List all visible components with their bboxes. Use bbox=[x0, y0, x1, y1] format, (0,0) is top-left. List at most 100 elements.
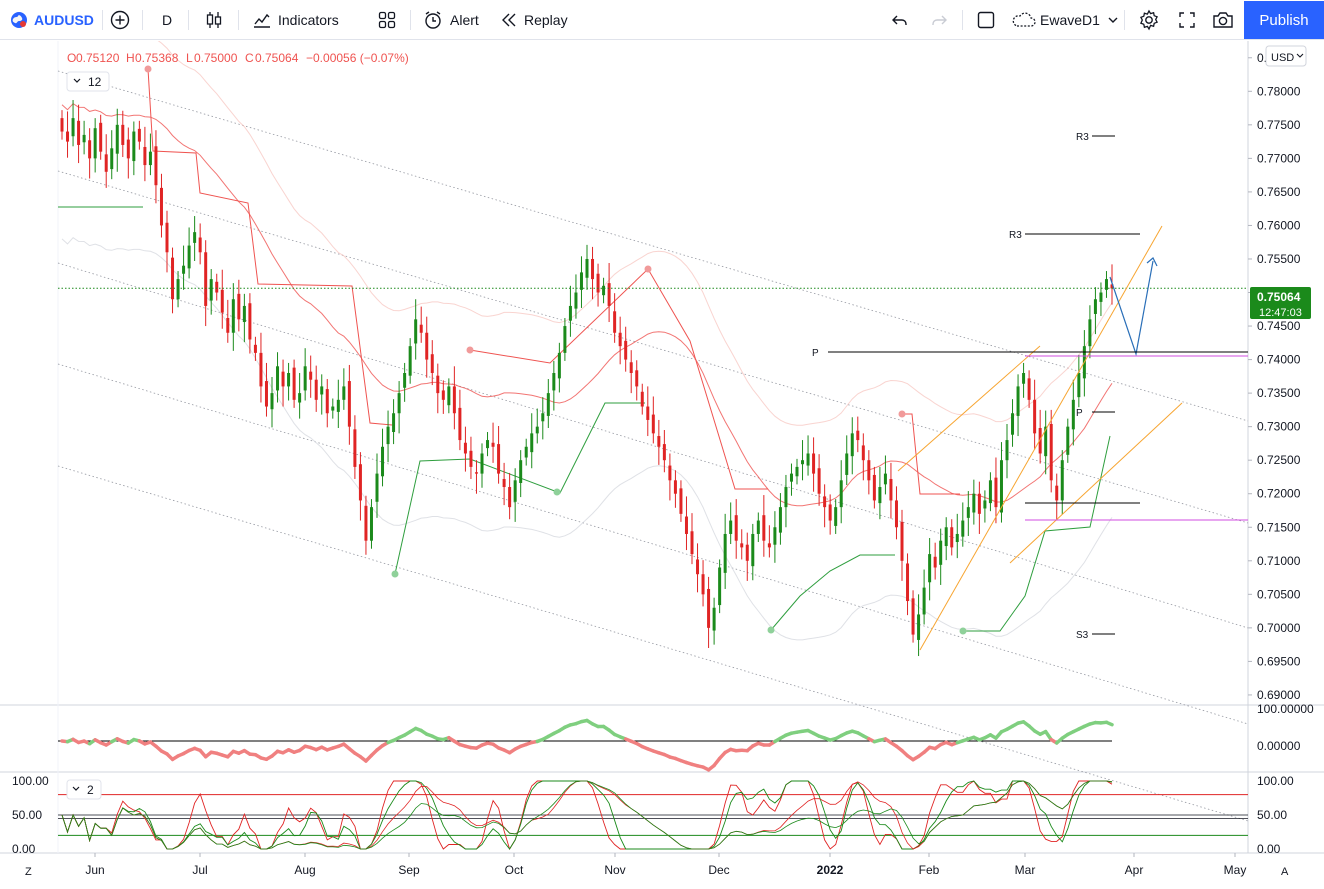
templates-button[interactable] bbox=[377, 0, 397, 40]
candle-body bbox=[591, 258, 595, 280]
toolbar-divider bbox=[1124, 10, 1125, 30]
interval-button[interactable]: D bbox=[162, 0, 172, 40]
candle-body bbox=[519, 460, 523, 483]
legend-open-label: O bbox=[67, 51, 76, 65]
candle-body bbox=[447, 386, 451, 406]
toolbar-divider bbox=[962, 10, 963, 30]
time-tick-label: Mar bbox=[1015, 863, 1036, 877]
candle-body bbox=[850, 433, 854, 457]
candle-body bbox=[867, 460, 871, 481]
chart-area[interactable]: R3 R3 P P S3 O 0.75120 H 0.75368 L 0.75000 C… bbox=[0, 41, 1324, 889]
candlestick-icon bbox=[206, 12, 222, 28]
legend-low-label: L bbox=[186, 51, 193, 65]
candle-body bbox=[944, 527, 948, 547]
compare-symbol-button[interactable] bbox=[110, 0, 130, 40]
candle-body bbox=[264, 381, 268, 407]
candle-body bbox=[397, 393, 401, 414]
candle-body bbox=[193, 232, 197, 243]
candle-body bbox=[93, 128, 97, 159]
auto-scale-button[interactable]: A bbox=[1281, 866, 1289, 878]
pivot-label: P bbox=[1076, 408, 1083, 419]
pane3-tick-label: 50.00 bbox=[1257, 808, 1287, 822]
supertrend-flip-marker bbox=[144, 65, 152, 73]
candle-body bbox=[662, 444, 666, 461]
candle-body bbox=[1088, 319, 1092, 347]
indicators-button[interactable]: Indicators bbox=[252, 0, 339, 40]
symbol-button[interactable]: AUDUSD bbox=[10, 0, 94, 40]
indicators-toggle[interactable]: 12 bbox=[66, 71, 110, 92]
candle-body bbox=[762, 515, 766, 541]
candle-body bbox=[568, 305, 572, 321]
candle-body bbox=[690, 531, 694, 555]
price-tick-label: 0.71500 bbox=[1257, 520, 1301, 534]
candle-body bbox=[403, 373, 407, 388]
candle-body bbox=[939, 540, 943, 565]
candle-body bbox=[353, 429, 357, 467]
fullscreen-layout-button[interactable] bbox=[976, 0, 996, 40]
pane3-left-tick-label: 0.00 bbox=[12, 842, 36, 856]
candle-body bbox=[336, 399, 340, 412]
candle-body bbox=[878, 487, 882, 504]
settings-button[interactable] bbox=[1138, 0, 1160, 40]
publish-button[interactable]: Publish bbox=[1244, 1, 1324, 39]
currency-selector[interactable]: USD bbox=[1265, 45, 1307, 67]
redo-button[interactable] bbox=[930, 0, 948, 40]
candle-body bbox=[557, 352, 561, 379]
candle-body bbox=[922, 587, 926, 615]
candle-body bbox=[1055, 485, 1059, 501]
candle-body bbox=[176, 279, 180, 300]
replay-button[interactable]: Replay bbox=[500, 0, 568, 40]
candle-body bbox=[187, 245, 191, 269]
candle-body bbox=[883, 473, 887, 485]
candle-body bbox=[204, 252, 208, 306]
candle-body bbox=[889, 478, 893, 501]
candle-body bbox=[430, 354, 434, 373]
price-tick-label: 0.77000 bbox=[1257, 151, 1301, 165]
time-tick-label: Jun bbox=[85, 863, 104, 877]
supertrend-flip-marker bbox=[767, 626, 775, 634]
legend-open: 0.75120 bbox=[76, 51, 120, 65]
candle-body bbox=[707, 588, 711, 628]
chart-type-button[interactable] bbox=[205, 0, 223, 40]
regression-channel-line bbox=[57, 170, 1249, 524]
pivot-label: R3 bbox=[1076, 132, 1089, 143]
undo-button[interactable] bbox=[891, 0, 909, 40]
candle-body bbox=[541, 413, 545, 422]
bar-countdown: 12:47:03 bbox=[1259, 307, 1302, 319]
ascending-channel-upper bbox=[919, 225, 1163, 651]
candle-body bbox=[220, 289, 224, 313]
supertrend-flip-marker bbox=[644, 265, 652, 273]
fullscreen-button[interactable] bbox=[1178, 0, 1196, 40]
candle-body bbox=[231, 299, 235, 333]
pane3-tick-label: 100.00 bbox=[1257, 774, 1294, 788]
candle-body bbox=[104, 154, 108, 172]
candle-body bbox=[624, 340, 628, 360]
timezone-z-button[interactable]: Z bbox=[25, 866, 32, 878]
candle-body bbox=[1005, 440, 1009, 461]
pane2-legend-toggle[interactable]: 2 bbox=[66, 779, 102, 800]
snapshot-button[interactable] bbox=[1212, 0, 1234, 40]
candle-body bbox=[226, 318, 230, 333]
price-tick-label: 0.78000 bbox=[1257, 84, 1301, 98]
supertrend-up-line bbox=[770, 554, 895, 631]
candle-body bbox=[497, 444, 501, 474]
candle-body bbox=[789, 473, 793, 482]
candle-body bbox=[994, 477, 998, 508]
candle-body bbox=[917, 614, 921, 640]
candle-body bbox=[248, 303, 252, 340]
alert-button[interactable]: Alert bbox=[423, 0, 479, 40]
candle-body bbox=[546, 393, 550, 416]
pane3-tick-label: 0.00 bbox=[1257, 842, 1281, 856]
price-tick-label: 0.69000 bbox=[1257, 688, 1301, 702]
price-axis[interactable]: 0.785000.780000.775000.770000.765000.760… bbox=[1248, 51, 1301, 702]
gear-icon bbox=[1139, 9, 1159, 31]
candle-body bbox=[474, 472, 478, 474]
layout-menu-button[interactable]: EwaveD1 bbox=[1011, 0, 1120, 40]
candle-body bbox=[209, 279, 213, 301]
time-axis[interactable]: Jun Jul Aug Sep Oct Nov Dec 2022 Feb Mar Apr May bbox=[85, 853, 1246, 877]
candle-body bbox=[535, 426, 539, 434]
price-tick-label: 0.71000 bbox=[1257, 554, 1301, 568]
indicator-count: 12 bbox=[88, 75, 102, 89]
candle-body bbox=[806, 453, 810, 466]
candle-body bbox=[182, 265, 186, 274]
